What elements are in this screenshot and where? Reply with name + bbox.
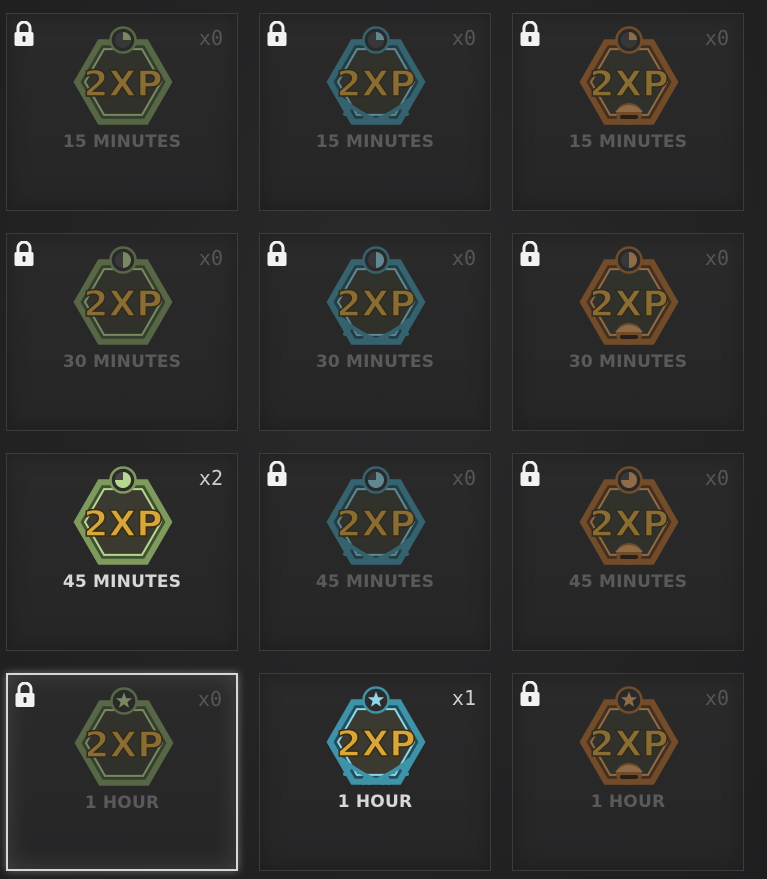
padlock-icon [519, 240, 541, 267]
clock-quarter-icon [615, 26, 643, 54]
xp-token-tile[interactable]: x0 2XP 45 MINUTES [259, 453, 491, 651]
xp-token-tile[interactable]: x2 2XP 45 MINUTES [6, 453, 238, 651]
clock-quarter-icon [109, 26, 137, 54]
duration-label: 45 MINUTES [62, 572, 182, 592]
token-count: x0 [451, 26, 476, 50]
padlock-icon [519, 680, 541, 707]
duration-label: 15 MINUTES [62, 132, 182, 152]
token-count: x0 [451, 466, 476, 490]
xp-token-badge: 2XP [69, 681, 179, 791]
badge-2xp-text: 2XP [589, 64, 668, 105]
xp-token-badge: 2XP [68, 460, 178, 570]
clock-three-quarter-icon [615, 466, 643, 494]
token-count: x0 [198, 246, 223, 270]
token-count: x1 [451, 686, 476, 710]
duration-label: 1 HOUR [337, 792, 413, 812]
xp-token-badge: 2XP [574, 460, 684, 570]
padlock-icon [266, 20, 288, 47]
xp-token-badge: 2XP [68, 240, 178, 350]
badge-2xp-text: 2XP [589, 504, 668, 545]
badge-2xp-text: 2XP [83, 284, 162, 325]
token-count: x0 [198, 26, 223, 50]
padlock-icon [14, 681, 36, 708]
duration-label: 1 HOUR [84, 793, 160, 813]
padlock-icon [266, 460, 288, 487]
token-count: x0 [704, 246, 729, 270]
padlock-icon [266, 240, 288, 267]
xp-token-tile[interactable]: x0 2XP 15 MINUTES [512, 13, 744, 211]
xp-token-badge: 2XP [321, 240, 431, 350]
badge-2xp-text: 2XP [336, 724, 415, 765]
padlock-icon [519, 460, 541, 487]
clock-half-icon [109, 246, 137, 274]
duration-label: 15 MINUTES [315, 132, 435, 152]
badge-2xp-text: 2XP [336, 64, 415, 105]
duration-label: 30 MINUTES [62, 352, 182, 372]
xp-token-badge: 2XP [321, 460, 431, 570]
xp-token-tile[interactable]: x0 2XP 30 MINUTES [259, 233, 491, 431]
xp-token-tile[interactable]: x0 2XP 15 MINUTES [6, 13, 238, 211]
xp-token-badge: 2XP [574, 20, 684, 130]
xp-token-badge: 2XP [321, 680, 431, 790]
duration-label: 30 MINUTES [315, 352, 435, 372]
xp-token-tile[interactable]: x0 2XP 30 MINUTES [6, 233, 238, 431]
duration-label: 1 HOUR [590, 792, 666, 812]
xp-token-tile[interactable]: x0 2XP 45 MINUTES [512, 453, 744, 651]
badge-2xp-text: 2XP [83, 504, 162, 545]
star-icon [110, 687, 138, 715]
duration-label: 45 MINUTES [315, 572, 435, 592]
clock-three-quarter-icon [362, 466, 390, 494]
xp-token-grid: x0 2XP 15 MINUTES x0 2XP 15 MINUTES x0 2… [0, 0, 767, 879]
duration-label: 30 MINUTES [568, 352, 688, 372]
duration-label: 15 MINUTES [568, 132, 688, 152]
duration-label: 45 MINUTES [568, 572, 688, 592]
padlock-icon [13, 20, 35, 47]
token-count: x0 [704, 26, 729, 50]
token-count: x0 [197, 687, 222, 711]
badge-2xp-text: 2XP [336, 284, 415, 325]
badge-2xp-text: 2XP [589, 284, 668, 325]
token-count: x0 [704, 686, 729, 710]
xp-token-badge: 2XP [68, 20, 178, 130]
clock-half-icon [615, 246, 643, 274]
badge-2xp-text: 2XP [336, 504, 415, 545]
star-icon [615, 686, 643, 714]
xp-token-badge: 2XP [574, 680, 684, 790]
xp-token-tile[interactable]: x0 2XP 15 MINUTES [259, 13, 491, 211]
token-count: x0 [451, 246, 476, 270]
badge-2xp-text: 2XP [83, 64, 162, 105]
star-icon [362, 686, 390, 714]
clock-three-quarter-icon [109, 466, 137, 494]
padlock-icon [13, 240, 35, 267]
xp-token-tile[interactable]: x0 2XP 1 HOUR [512, 673, 744, 871]
xp-token-tile[interactable]: x1 2XP 1 HOUR [259, 673, 491, 871]
token-count: x0 [704, 466, 729, 490]
padlock-icon [519, 20, 541, 47]
badge-2xp-text: 2XP [589, 724, 668, 765]
xp-token-badge: 2XP [321, 20, 431, 130]
xp-token-tile[interactable]: x0 2XP 30 MINUTES [512, 233, 744, 431]
clock-half-icon [362, 246, 390, 274]
xp-token-tile[interactable]: x0 2XP 1 HOUR [6, 673, 238, 871]
xp-token-badge: 2XP [574, 240, 684, 350]
token-count: x2 [198, 466, 223, 490]
clock-quarter-icon [362, 26, 390, 54]
badge-2xp-text: 2XP [84, 725, 163, 766]
